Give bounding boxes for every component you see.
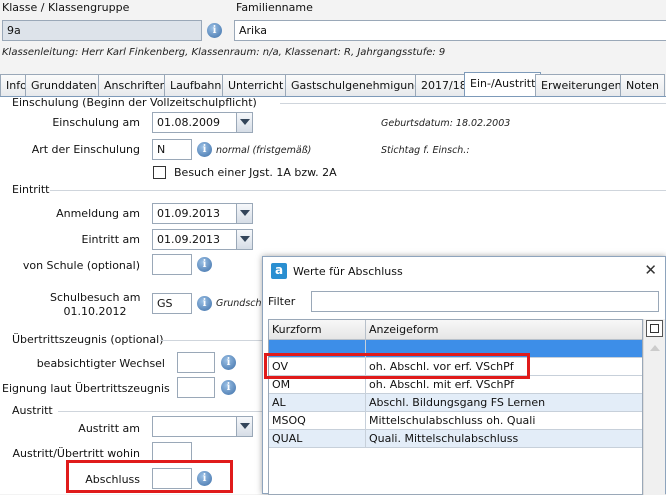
austritt-group-title: Austritt — [12, 404, 53, 417]
von-schule-field[interactable] — [152, 254, 192, 275]
anmeldung-value: 01.09.2013 — [157, 207, 220, 220]
chevron-down-icon[interactable] — [236, 230, 252, 249]
cell-kurzform: MSOQ — [272, 414, 306, 427]
values-table: Kurzform Anzeigeform OV oh. Abschl. vor … — [268, 319, 643, 495]
einschulung-am-value: 01.08.2009 — [157, 116, 220, 129]
schulbesuch-info-icon[interactable]: i — [197, 296, 212, 311]
eignung-info-icon[interactable]: i — [221, 380, 236, 395]
tab-noten[interactable]: Noten — [620, 74, 666, 96]
wechsel-field[interactable] — [177, 352, 215, 373]
col-kurzform[interactable]: Kurzform — [272, 323, 322, 336]
tab-erweiterungen[interactable]: Erweiterungen — [535, 74, 628, 96]
dialog-title: Werte für Abschluss — [293, 265, 403, 278]
cell-anzeigeform: Quali. Mittelschulabschluss — [369, 432, 519, 445]
besuch-jgst-checkbox[interactable] — [153, 166, 166, 179]
einschulung-group-title: Einschulung (Beginn der Vollzeitschulpfl… — [12, 96, 257, 109]
art-einschulung-info-icon[interactable]: i — [197, 142, 212, 157]
cell-anzeigeform: oh. Abschl. mit erf. VSchPf — [369, 378, 514, 391]
group-divider — [58, 411, 262, 412]
einschulung-am-label: Einschulung am — [52, 116, 140, 129]
dialog-titlebar: a Werte für Abschluss ✕ — [263, 257, 665, 285]
wechsel-info-icon[interactable]: i — [221, 355, 236, 370]
table-row[interactable]: QUAL Quali. Mittelschulabschluss — [269, 430, 642, 448]
schulbesuch-date: 01.10.2012 — [63, 305, 127, 318]
column-chooser-glyph — [650, 324, 659, 333]
chevron-down-icon[interactable] — [236, 417, 252, 436]
art-einschulung-label: Art der Einschulung — [31, 143, 140, 156]
familienname-field[interactable]: Arika — [234, 20, 666, 41]
col-anzeigeform[interactable]: Anzeigeform — [369, 323, 439, 336]
col-divider — [365, 394, 366, 411]
tab-unterricht[interactable]: Unterricht — [222, 74, 290, 96]
anmeldung-label: Anmeldung am — [56, 207, 140, 220]
chevron-down-icon[interactable] — [236, 204, 252, 223]
table-header: Kurzform Anzeigeform — [269, 320, 642, 340]
filter-label: Filter — [268, 295, 296, 308]
scroll-up-icon[interactable] — [650, 345, 660, 351]
filter-input[interactable] — [311, 291, 659, 312]
von-schule-info-icon[interactable]: i — [197, 257, 212, 272]
app-logo-icon: a — [271, 263, 287, 279]
cell-kurzform: AL — [272, 396, 286, 409]
eintritt-value: 01.09.2013 — [157, 233, 220, 246]
group-divider — [280, 103, 666, 104]
anmeldung-combo[interactable]: 01.09.2013 — [152, 203, 253, 224]
close-icon[interactable]: ✕ — [644, 261, 657, 279]
austritt-am-label: Austritt am — [78, 422, 140, 435]
cell-anzeigeform: Abschl. Bildungsgang FS Lernen — [369, 396, 546, 409]
cell-kurzform: OM — [272, 378, 291, 391]
stichtag: Stichtag f. Einsch.: — [381, 145, 470, 156]
tab-gastschulgenehmigung[interactable]: Gastschulgenehmigung — [285, 74, 428, 96]
schulbesuch-field[interactable]: GS — [152, 293, 192, 314]
table-scrollbar[interactable] — [643, 319, 665, 495]
table-row[interactable]: AL Abschl. Bildungsgang FS Lernen — [269, 394, 642, 412]
von-schule-label: von Schule (optional) — [22, 259, 140, 272]
klasse-label: Klasse / Klassengruppe — [2, 1, 130, 14]
austritt-wohin-label: Austritt/Übertritt wohin — [12, 447, 140, 460]
table-row[interactable]: MSOQ Mittelschulabschluss oh. Quali — [269, 412, 642, 430]
tab-grunddaten[interactable]: Grunddaten — [25, 74, 103, 96]
highlight-row-box — [264, 353, 530, 379]
art-einschulung-desc: normal (fristgemäß) — [216, 145, 312, 156]
tab-bar: Info Grunddaten Anschriften Laufbahn Unt… — [0, 72, 666, 96]
tab-ein-austritt[interactable]: Ein-/Austritt — [464, 72, 542, 96]
tab-laufbahn[interactable]: Laufbahn — [164, 74, 228, 96]
wechsel-label: beabsichtigter Wechsel — [36, 357, 165, 370]
col-divider — [365, 430, 366, 447]
einschulung-am-combo[interactable]: 01.08.2009 — [152, 112, 253, 133]
schulbesuch-desc: Grundschu — [216, 298, 268, 309]
eintritt-group-title: Eintritt — [12, 183, 50, 196]
geburtsdatum: Geburtsdatum: 18.02.2003 — [381, 118, 511, 129]
tab-anschriften[interactable]: Anschriften — [98, 74, 173, 96]
klasse-info-icon[interactable]: i — [207, 23, 222, 38]
eignung-label: Eignung laut Übertrittszeugnis — [2, 382, 170, 395]
col-divider — [365, 320, 366, 340]
highlight-box — [66, 460, 233, 493]
cell-anzeigeform: Mittelschulabschluss oh. Quali — [369, 414, 536, 427]
klasse-field[interactable]: 9a — [2, 20, 202, 41]
besuch-jgst-label: Besuch einer Jgst. 1A bzw. 2A — [174, 166, 337, 179]
art-einschulung-field[interactable]: N — [152, 139, 192, 160]
familienname-label: Familienname — [236, 1, 313, 14]
group-divider — [160, 340, 262, 341]
eintritt-combo[interactable]: 01.09.2013 — [152, 229, 253, 250]
col-divider — [365, 412, 366, 429]
chevron-down-icon[interactable] — [236, 113, 252, 132]
group-divider — [50, 190, 666, 191]
schulbesuch-label: Schulbesuch am — [50, 291, 141, 304]
klassenleitung-info: Klassenleitung: Herr Karl Finkenberg, Kl… — [2, 47, 446, 58]
austritt-am-combo[interactable] — [152, 416, 253, 437]
cell-kurzform: QUAL — [272, 432, 303, 445]
eintritt-label: Eintritt am — [81, 233, 140, 246]
column-chooser-icon[interactable] — [646, 320, 663, 337]
uebertritt-group-title: Übertrittszeugnis (optional) — [12, 333, 164, 346]
eignung-field[interactable] — [177, 377, 215, 398]
